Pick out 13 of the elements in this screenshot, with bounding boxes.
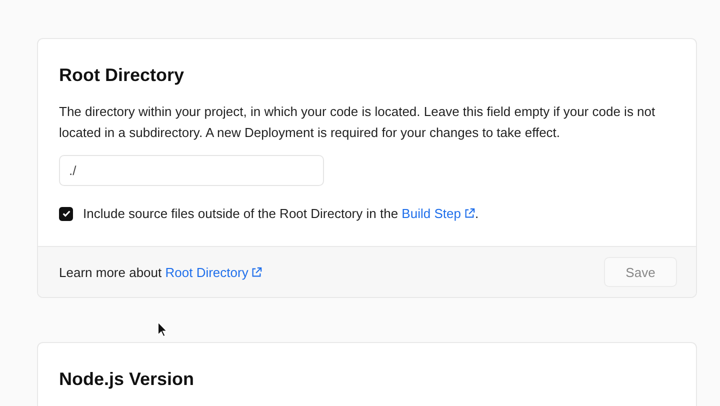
external-link-icon — [251, 266, 262, 278]
checkmark-icon — [62, 209, 70, 218]
section-title: Node.js Version — [59, 368, 196, 391]
checkbox-label: Include source files outside of the Root Directory in the Build Step . — [83, 206, 479, 221]
section-title: Root Directory — [59, 64, 186, 87]
input-field[interactable]: ./ — [59, 155, 324, 186]
cursor-icon — [157, 321, 168, 337]
external-link-icon — [464, 208, 475, 219]
root-directory-link[interactable]: Root Directory — [165, 264, 262, 280]
checkbox[interactable] — [59, 206, 73, 220]
build-step-link[interactable]: Build Step — [402, 206, 475, 221]
learn-more-text: Learn more about — [59, 264, 162, 280]
description-text: The directory within your project, in which your code is located. Leave this field empty if your code is not located in a subdirectory. A new Deployment is required for your changes to take effect. — [59, 103, 656, 142]
